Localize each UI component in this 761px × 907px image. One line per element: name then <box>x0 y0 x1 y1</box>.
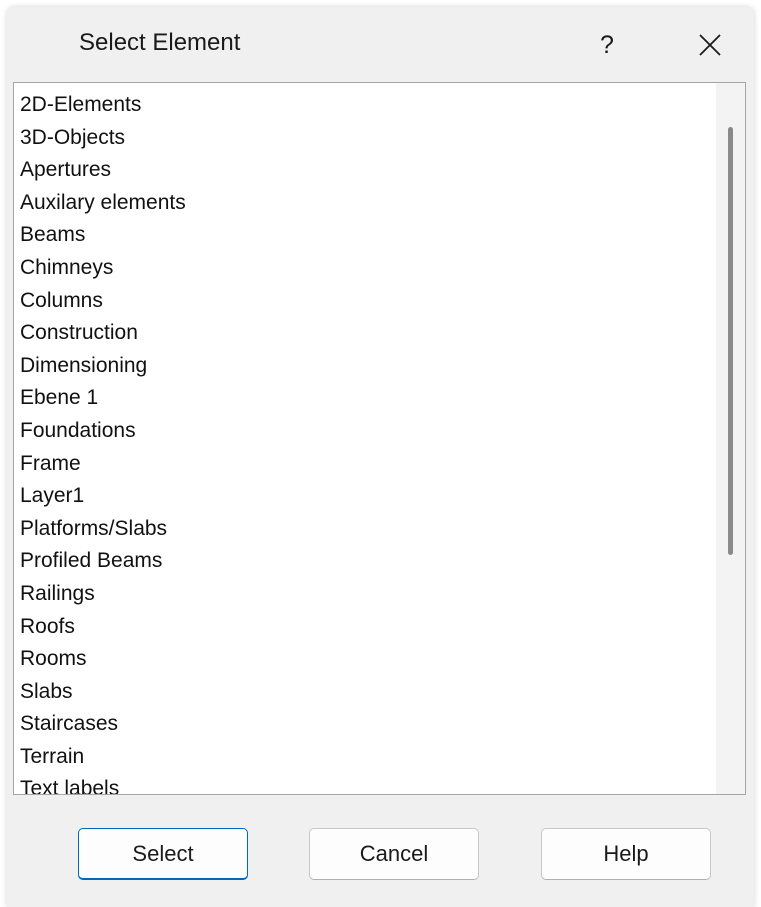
list-item[interactable]: Layer1 <box>20 480 710 513</box>
list-item[interactable]: 2D-Elements <box>20 89 710 122</box>
list-item[interactable]: Chimneys <box>20 252 710 285</box>
dialog-title: Select Element <box>79 29 241 56</box>
select-element-dialog: Select Element ? 2D-Elements 3D-Objects Ap… <box>7 7 754 907</box>
title-bar: Select Element ? <box>7 7 754 85</box>
list-item[interactable]: Columns <box>20 285 710 318</box>
list-item[interactable]: Profiled Beams <box>20 545 710 578</box>
list-item[interactable]: Slabs <box>20 676 710 709</box>
list-item[interactable]: Staircases <box>20 708 710 741</box>
element-list: 2D-Elements 3D-Objects Apertures Auxilary e… <box>20 89 710 794</box>
help-button[interactable]: Help <box>541 828 711 880</box>
list-item[interactable]: Auxilary elements <box>20 187 710 220</box>
close-icon <box>699 34 721 56</box>
list-item[interactable]: Platforms/Slabs <box>20 513 710 546</box>
list-item[interactable]: Frame <box>20 448 710 481</box>
list-item[interactable]: Dimensioning <box>20 350 710 383</box>
help-question-button[interactable]: ? <box>577 23 637 67</box>
list-item[interactable]: Text labels <box>20 773 710 794</box>
vertical-scrollbar[interactable] <box>716 83 745 794</box>
list-item[interactable]: Ebene 1 <box>20 382 710 415</box>
list-item[interactable]: Terrain <box>20 741 710 774</box>
list-item[interactable]: Beams <box>20 219 710 252</box>
list-item[interactable]: Apertures <box>20 154 710 187</box>
list-item[interactable]: Railings <box>20 578 710 611</box>
list-item[interactable]: Rooms <box>20 643 710 676</box>
list-item[interactable]: Construction <box>20 317 710 350</box>
scrollbar-thumb[interactable] <box>728 127 733 555</box>
element-listbox[interactable]: 2D-Elements 3D-Objects Apertures Auxilary e… <box>13 82 746 795</box>
list-item[interactable]: Roofs <box>20 611 710 644</box>
cancel-button[interactable]: Cancel <box>309 828 479 880</box>
close-button[interactable] <box>681 23 739 67</box>
list-item[interactable]: 3D-Objects <box>20 122 710 155</box>
list-item[interactable]: Foundations <box>20 415 710 448</box>
select-button[interactable]: Select <box>78 828 248 880</box>
